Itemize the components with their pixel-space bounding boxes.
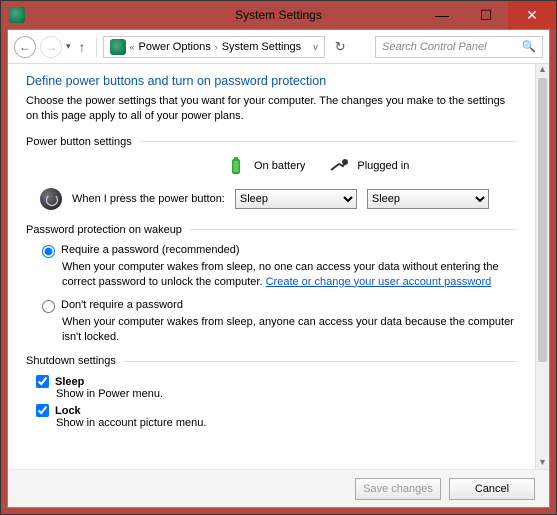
section-password: Password protection on wakeup	[26, 224, 517, 236]
col-battery-label: On battery	[254, 160, 305, 172]
radio-require-password: Require a password (recommended) When yo…	[42, 244, 517, 290]
body-area: Define power buttons and turn on passwor…	[8, 64, 549, 469]
chevron-icon: «	[130, 42, 135, 52]
power-button-row-label: When I press the power button:	[72, 193, 225, 205]
create-password-link[interactable]: Create or change your user account passw…	[266, 276, 492, 288]
col-plugged-label: Plugged in	[357, 160, 409, 172]
section-label: Shutdown settings	[26, 355, 116, 367]
radio-dont-row[interactable]: Don't require a password	[42, 299, 517, 313]
radio-dont-require-password: Don't require a password When your compu…	[42, 299, 517, 345]
search-input[interactable]: Search Control Panel 🔍	[375, 36, 543, 58]
close-button[interactable]: ✕	[508, 1, 556, 29]
window: System Settings — ☐ ✕ ← → ▾ ↑ « Power Op…	[0, 0, 557, 515]
titlebar: System Settings — ☐ ✕	[1, 1, 556, 29]
battery-icon	[226, 156, 246, 176]
caption-controls: — ☐ ✕	[420, 1, 556, 29]
back-button[interactable]: ←	[14, 36, 36, 58]
footer: Save changes Cancel	[8, 469, 549, 507]
checkbox-sleep-block: Sleep Show in Power menu.	[36, 375, 517, 400]
checkbox-sleep-label: Sleep	[55, 376, 84, 388]
maximize-button[interactable]: ☐	[464, 1, 508, 29]
divider	[190, 229, 517, 230]
minimize-button[interactable]: —	[420, 1, 464, 29]
power-battery-select[interactable]: Sleep	[235, 189, 357, 209]
checkbox-sleep-desc: Show in Power menu.	[56, 388, 517, 400]
radio-require-label: Require a password (recommended)	[61, 244, 240, 256]
checkbox-lock-desc: Show in account picture menu.	[56, 417, 517, 429]
radio-require-row[interactable]: Require a password (recommended)	[42, 244, 517, 258]
breadcrumb-item[interactable]: System Settings	[222, 41, 301, 53]
col-battery: On battery	[226, 156, 305, 176]
navigation-bar: ← → ▾ ↑ « Power Options › System Setting…	[8, 30, 549, 64]
breadcrumb[interactable]: « Power Options › System Settings v	[103, 36, 325, 58]
section-shutdown: Shutdown settings	[26, 355, 517, 367]
cancel-button[interactable]: Cancel	[449, 478, 535, 500]
radio-dont-label: Don't require a password	[61, 299, 183, 311]
section-label: Power button settings	[26, 136, 132, 148]
scroll-down-icon[interactable]: ▼	[536, 457, 549, 469]
checkbox-lock-label: Lock	[55, 405, 81, 417]
search-icon: 🔍	[522, 40, 536, 53]
forward-button[interactable]: →	[40, 36, 62, 58]
chevron-right-icon: ›	[215, 42, 218, 52]
breadcrumb-item[interactable]: Power Options	[139, 41, 211, 53]
power-button-icon	[40, 188, 62, 210]
radio-require-desc: When your computer wakes from sleep, no …	[62, 260, 517, 290]
power-button-row: When I press the power button: Sleep Sle…	[40, 188, 517, 210]
checkbox-lock-row[interactable]: Lock	[36, 404, 517, 417]
plug-icon	[329, 156, 349, 176]
section-power-button: Power button settings	[26, 136, 517, 148]
up-button[interactable]: ↑	[75, 39, 90, 55]
scrollbar[interactable]: ▲ ▼	[535, 64, 549, 469]
history-dropdown-icon[interactable]: ▾	[66, 41, 71, 52]
section-label: Password protection on wakeup	[26, 224, 182, 236]
save-button[interactable]: Save changes	[355, 478, 441, 500]
col-plugged: Plugged in	[329, 156, 409, 176]
search-placeholder: Search Control Panel	[382, 41, 487, 53]
page-description: Choose the power settings that you want …	[26, 94, 517, 124]
checkbox-lock[interactable]	[36, 404, 49, 417]
separator	[96, 37, 97, 57]
scrollbar-thumb[interactable]	[538, 78, 547, 362]
checkbox-lock-block: Lock Show in account picture menu.	[36, 404, 517, 429]
radio-require[interactable]	[42, 245, 55, 258]
divider	[140, 141, 517, 142]
control-panel-icon	[110, 39, 126, 55]
content-frame: ← → ▾ ↑ « Power Options › System Setting…	[7, 29, 550, 508]
page-title: Define power buttons and turn on passwor…	[26, 74, 517, 88]
breadcrumb-dropdown-icon[interactable]: v	[313, 42, 318, 52]
scroll-up-icon[interactable]: ▲	[536, 64, 549, 76]
app-icon	[9, 7, 25, 23]
radio-dont-require[interactable]	[42, 300, 55, 313]
power-plugged-select[interactable]: Sleep	[367, 189, 489, 209]
checkbox-sleep[interactable]	[36, 375, 49, 388]
radio-dont-desc: When your computer wakes from sleep, any…	[62, 315, 517, 345]
divider	[124, 361, 517, 362]
checkbox-sleep-row[interactable]: Sleep	[36, 375, 517, 388]
page: Define power buttons and turn on passwor…	[8, 64, 535, 469]
refresh-button[interactable]: ↻	[329, 39, 352, 55]
power-columns: On battery Plugged in	[226, 156, 517, 176]
